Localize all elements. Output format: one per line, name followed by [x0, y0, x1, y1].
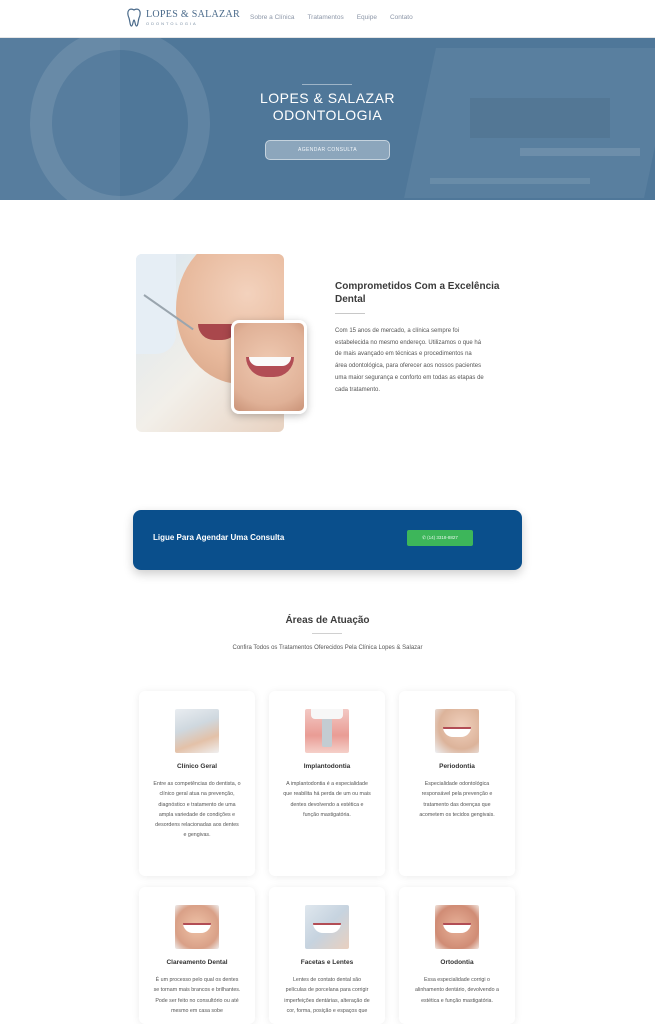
menu-item-tratamentos[interactable]: Tratamentos	[307, 14, 343, 21]
service-card-title: Periodontia	[439, 763, 475, 770]
smile-shape	[443, 923, 471, 933]
top-navigation: LOPES & SALAZAR ODONTOLOGIA Sobre a Clín…	[0, 0, 655, 38]
hero-divider	[302, 84, 352, 85]
menu-item-sobre[interactable]: Sobre a Clínica	[250, 14, 294, 21]
phone-button[interactable]: ✆ (14) 3318-8827	[407, 530, 473, 546]
commitment-title: Comprometidos Com a Excelência Dental	[335, 281, 500, 305]
service-card-text: Especialidade odontológica responsável p…	[419, 781, 495, 818]
call-to-action-band: Ligue Para Agendar Uma Consulta ✆ (14) 3…	[133, 510, 522, 570]
menu-item-contato[interactable]: Contato	[390, 14, 413, 21]
areas-divider	[312, 633, 342, 634]
service-card-title: Facetas e Lentes	[300, 959, 354, 966]
orthodontics-photo	[435, 905, 479, 949]
service-card-ortodontia[interactable]: Ortodontia Essa especialidade corrigi o …	[399, 887, 515, 1024]
phone-number: (14) 3318-8827	[427, 535, 458, 540]
menu-item-equipe[interactable]: Equipe	[357, 14, 377, 21]
service-card-text: Lentes de contato dental são películas d…	[284, 977, 370, 1014]
hero-banner: LOPES & SALAZAR ODONTOLOGIA AGENDAR CONS…	[0, 38, 655, 200]
logo-subtitle: ODONTOLOGIA	[146, 21, 198, 26]
service-card-facetas[interactable]: Facetas e Lentes Lentes de contato denta…	[269, 887, 385, 1024]
service-card-clareamento[interactable]: Clareamento Dental É um processo pelo qu…	[139, 887, 255, 1024]
hero-title-line1: LOPES & SALAZAR	[259, 90, 396, 106]
service-card-title: Clínico Geral	[176, 763, 218, 770]
dentist-patient-photo	[175, 709, 219, 753]
whitening-smile-photo	[175, 905, 219, 949]
smile-inset-photo	[231, 320, 307, 414]
service-card-title: Ortodontia	[440, 959, 474, 966]
service-card-implantodontia[interactable]: Implantodontia A implantodontia é a espe…	[269, 691, 385, 876]
service-card-text: Entre as competências do dentista, o clí…	[153, 781, 241, 839]
hero-bg-shape	[430, 178, 590, 184]
call-band-text: Ligue Para Agendar Uma Consulta	[153, 533, 285, 542]
areas-title: Áreas de Atuação	[285, 615, 370, 626]
commitment-text: Com 15 anos de mercado, a clínica sempre…	[335, 328, 484, 393]
hero-title: LOPES & SALAZAR ODONTOLOGIA	[0, 90, 655, 124]
service-card-clinico-geral[interactable]: Clínico Geral Entre as competências do d…	[139, 691, 255, 876]
dental-implant-photo	[305, 709, 349, 753]
logo-name: LOPES & SALAZAR	[146, 9, 240, 20]
service-card-text: A implantodontia é a especialidade que r…	[283, 781, 371, 818]
areas-subtitle: Confira Todos os Tratamentos Oferecidos …	[232, 645, 423, 651]
smile-shape	[183, 923, 211, 933]
inset-teeth-shape	[249, 357, 291, 366]
smile-shape	[313, 923, 341, 933]
smiling-woman-photo	[435, 709, 479, 753]
hero-title-line2: ODONTOLOGIA	[272, 107, 383, 123]
service-card-text: É um processo pelo qual os dentes se tor…	[153, 977, 241, 1014]
logo[interactable]: LOPES & SALAZAR ODONTOLOGIA	[126, 8, 240, 28]
service-card-periodontia[interactable]: Periodontia Especialidade odontológica r…	[399, 691, 515, 876]
veneers-photo	[305, 905, 349, 949]
commitment-divider	[335, 313, 365, 314]
tooth-icon	[127, 8, 141, 27]
schedule-appointment-button[interactable]: AGENDAR CONSULTA	[265, 140, 390, 160]
main-menu: Sobre a Clínica Tratamentos Equipe Conta…	[250, 14, 413, 21]
smile-shape	[443, 727, 471, 737]
service-card-title: Implantodontia	[303, 763, 351, 770]
service-card-text: Essa especialidade corrigi o alinhamento…	[415, 977, 499, 1004]
hero-bg-shape	[520, 148, 640, 156]
service-card-title: Clareamento Dental	[166, 959, 228, 966]
